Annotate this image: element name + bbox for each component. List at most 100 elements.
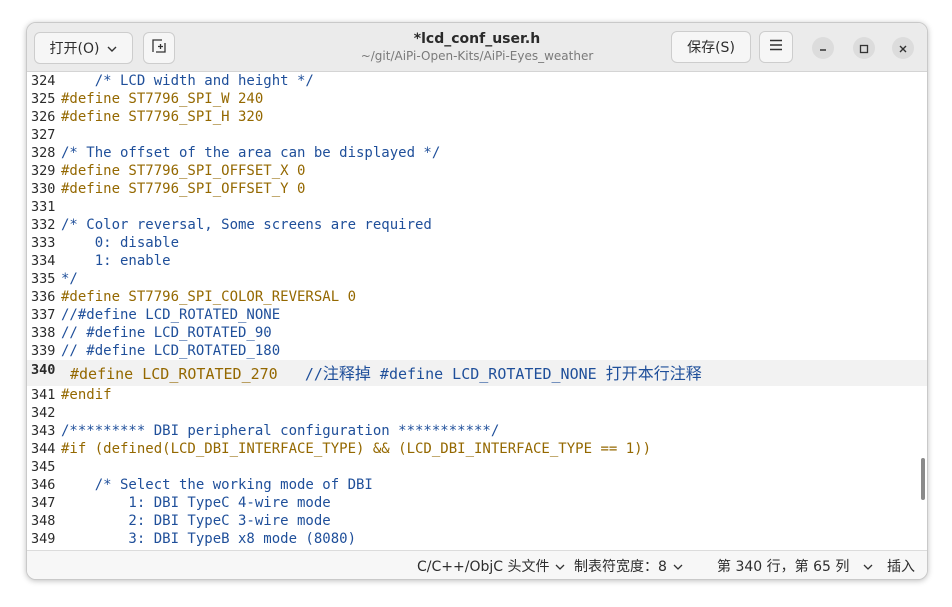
code-line[interactable]: 344 #if (defined(LCD_DBI_INTERFACE_TYPE) … (27, 440, 927, 458)
code-text: #define LCD_ROTATED_270 //注释掉 #define LC… (70, 363, 702, 385)
line-number: 345 (31, 459, 56, 475)
code-line[interactable]: 332 /* Color reversal, Some screens are r… (27, 216, 927, 234)
maximize-icon (859, 39, 869, 58)
line-number: 336 (31, 289, 56, 305)
chevron-down-icon (673, 558, 683, 574)
code-line[interactable]: 342 (27, 404, 927, 422)
line-number: 347 (31, 495, 56, 511)
code-text: */ (61, 271, 78, 287)
code-line[interactable]: 333 0: disable (27, 234, 927, 252)
line-number: 326 (31, 109, 56, 125)
code-line[interactable]: 343 /********* DBI peripheral configurati… (27, 422, 927, 440)
code-line[interactable]: 345 (27, 458, 927, 476)
code-text: 0: disable (61, 235, 180, 251)
code-line[interactable]: 341 #endif (27, 386, 927, 404)
minimize-icon (818, 39, 828, 58)
close-button[interactable] (892, 37, 914, 59)
line-number: 340 (31, 362, 56, 378)
code-text: #define ST7796_SPI_H 320 (61, 109, 264, 125)
code-line[interactable]: 346 /* Select the working mode of DBI (27, 476, 927, 494)
code-line[interactable]: 334 1: enable (27, 252, 927, 270)
code-text: /* LCD width and height */ (61, 73, 314, 89)
insert-mode-indicator: 插入 (887, 556, 915, 576)
vertical-scrollbar[interactable] (921, 458, 925, 500)
code-line[interactable]: 326 #define ST7796_SPI_H 320 (27, 108, 927, 126)
open-button-label: 打开(O) (49, 41, 100, 57)
code-line[interactable]: 349 3: DBI TypeB x8 mode (8080) (27, 530, 927, 548)
code-line[interactable]: 324 /* LCD width and height */ (27, 72, 927, 90)
line-number: 325 (31, 91, 56, 107)
line-number: 330 (31, 181, 56, 197)
code-text: #define ST7796_SPI_COLOR_REVERSAL 0 (61, 289, 357, 305)
cursor-position-selector[interactable]: 第 340 行，第 65 列 (717, 556, 873, 576)
code-directive: #define LCD_ROTATED_270 (70, 365, 305, 383)
code-line[interactable]: 335 */ (27, 270, 927, 288)
new-tab-button[interactable] (143, 32, 175, 64)
line-number: 338 (31, 325, 56, 341)
close-icon (898, 39, 908, 58)
current-code-line[interactable]: 340 #define LCD_ROTATED_270 //注释掉 #define… (27, 360, 927, 386)
code-line[interactable]: 336 #define ST7796_SPI_COLOR_REVERSAL 0 (27, 288, 927, 306)
new-tab-icon (152, 39, 166, 57)
line-number: 344 (31, 441, 56, 457)
chevron-down-icon (555, 558, 565, 574)
code-text: #define ST7796_SPI_OFFSET_X 0 (61, 163, 306, 179)
line-number: 346 (31, 477, 56, 493)
main-menu-button[interactable] (759, 31, 793, 63)
line-number: 337 (31, 307, 56, 323)
line-number: 339 (31, 343, 56, 359)
text-editor-window: 打开(O) *lcd_conf_user.h ~/git/AiPi-Open-K… (26, 22, 928, 580)
code-line[interactable]: 325 #define ST7796_SPI_W 240 (27, 90, 927, 108)
code-comment: //注释掉 #define LCD_ROTATED_NONE 打开本行注释 (304, 364, 702, 383)
save-button-label: 保存(S) (687, 40, 735, 56)
code-line[interactable]: 347 1: DBI TypeC 4-wire mode (27, 494, 927, 512)
window-title: *lcd_conf_user.h (413, 31, 541, 47)
code-text: 1: enable (61, 253, 171, 269)
code-line[interactable]: 338 // #define LCD_ROTATED_90 (27, 324, 927, 342)
line-number: 348 (31, 513, 56, 529)
code-line[interactable]: 331 (27, 198, 927, 216)
line-number: 341 (31, 387, 56, 403)
code-text: 3: DBI TypeB x8 mode (8080) (61, 531, 357, 547)
insert-mode-label: 插入 (887, 559, 915, 575)
line-number: 349 (31, 531, 56, 547)
code-editor[interactable]: 324 /* LCD width and height */325 #define… (27, 72, 927, 550)
code-text: // #define LCD_ROTATED_90 (61, 325, 272, 341)
code-line[interactable]: 339 // #define LCD_ROTATED_180 (27, 342, 927, 360)
code-text: /********* DBI peripheral configuration … (61, 423, 500, 439)
maximize-button[interactable] (853, 37, 875, 59)
header-bar: 打开(O) *lcd_conf_user.h ~/git/AiPi-Open-K… (27, 23, 927, 72)
line-number: 328 (31, 145, 56, 161)
save-button[interactable]: 保存(S) (671, 31, 751, 63)
chevron-down-icon (107, 40, 117, 56)
line-number: 333 (31, 235, 56, 251)
title-block: *lcd_conf_user.h ~/git/AiPi-Open-Kits/Ai… (277, 30, 677, 64)
line-number: 335 (31, 271, 56, 287)
code-text: /* The offset of the area can be display… (61, 145, 441, 161)
line-number: 327 (31, 127, 56, 143)
tab-width-label: 制表符宽度：8 (574, 559, 667, 575)
code-text: #define ST7796_SPI_W 240 (61, 91, 264, 107)
code-text: #if (defined(LCD_DBI_INTERFACE_TYPE) && … (61, 441, 652, 457)
code-line[interactable]: 329 #define ST7796_SPI_OFFSET_X 0 (27, 162, 927, 180)
code-line[interactable]: 328 /* The offset of the area can be disp… (27, 144, 927, 162)
code-line[interactable]: 327 (27, 126, 927, 144)
language-selector[interactable]: C/C++/ObjC 头文件 (417, 556, 565, 576)
status-bar: C/C++/ObjC 头文件 制表符宽度：8 第 340 行，第 65 列 插入 (27, 550, 927, 579)
tab-width-selector[interactable]: 制表符宽度：8 (574, 556, 683, 576)
code-text: // #define LCD_ROTATED_180 (61, 343, 281, 359)
open-button[interactable]: 打开(O) (34, 32, 133, 64)
language-label: C/C++/ObjC 头文件 (417, 559, 550, 575)
minimize-button[interactable] (812, 37, 834, 59)
code-line[interactable]: 337 //#define LCD_ROTATED_NONE (27, 306, 927, 324)
line-number: 343 (31, 423, 56, 439)
code-text: /* Color reversal, Some screens are requ… (61, 217, 432, 233)
chevron-down-icon (863, 558, 873, 574)
code-text: //#define LCD_ROTATED_NONE (61, 307, 281, 323)
line-number: 329 (31, 163, 56, 179)
line-number: 324 (31, 73, 56, 89)
line-number: 331 (31, 199, 56, 215)
code-line[interactable]: 330 #define ST7796_SPI_OFFSET_Y 0 (27, 180, 927, 198)
code-line[interactable]: 348 2: DBI TypeC 3-wire mode (27, 512, 927, 530)
code-text: #define ST7796_SPI_OFFSET_Y 0 (61, 181, 306, 197)
